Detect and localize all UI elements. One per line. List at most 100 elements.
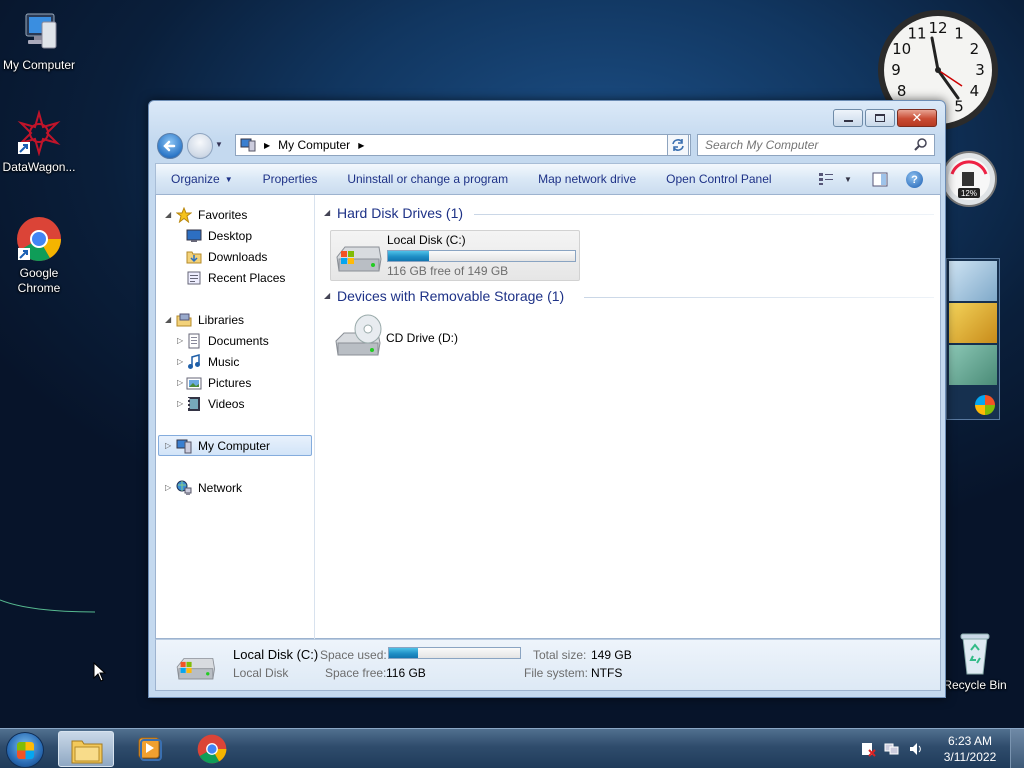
- drive-tile-local-disk-c[interactable]: Local Disk (C:) 116 GB free of 149 GB: [330, 230, 580, 281]
- back-button[interactable]: [157, 133, 183, 159]
- videos-icon: [186, 396, 202, 412]
- recent-pages-chevron-icon[interactable]: ▼: [215, 140, 223, 149]
- show-desktop-button[interactable]: [1010, 729, 1024, 768]
- network-icon[interactable]: [884, 741, 900, 757]
- desktop-icon-recycle-bin[interactable]: Recycle Bin: [936, 630, 1014, 693]
- explorer-icon: [71, 740, 103, 764]
- chevron-down-icon: ▼: [224, 174, 233, 184]
- nav-recent-places[interactable]: Recent Places: [186, 268, 285, 288]
- datawagon-icon: [16, 109, 62, 157]
- help-icon: ?: [911, 173, 918, 186]
- collapse-group-icon[interactable]: ◢: [324, 291, 330, 300]
- nav-favorites[interactable]: Favorites: [175, 205, 247, 225]
- nav-downloads[interactable]: Downloads: [186, 247, 267, 267]
- details-usage-bar: [388, 647, 521, 659]
- help-button[interactable]: ?: [906, 171, 923, 188]
- collapsed-arrow-icon[interactable]: ▷: [177, 336, 185, 345]
- desktop-icon: [186, 228, 202, 244]
- collapsed-arrow-icon[interactable]: ▷: [177, 378, 185, 387]
- details-space-free-value: 116 GB: [386, 666, 426, 680]
- nav-my-computer[interactable]: My Computer: [176, 436, 270, 456]
- clock-numeral: 9: [891, 61, 901, 79]
- drive-tile-cd-drive-d[interactable]: CD Drive (D:): [330, 313, 580, 365]
- chrome-icon: [16, 216, 62, 262]
- back-arrow-icon: [163, 140, 176, 152]
- maximize-button[interactable]: [865, 109, 895, 127]
- action-center-icon[interactable]: [860, 741, 876, 757]
- nav-network[interactable]: Network: [176, 478, 242, 498]
- expand-arrow-icon[interactable]: ◢: [165, 210, 173, 219]
- organize-menu[interactable]: Organize ▼: [156, 163, 248, 195]
- collapsed-arrow-icon[interactable]: ▷: [177, 399, 185, 408]
- slideshow-gadget[interactable]: [946, 258, 1000, 420]
- forward-button[interactable]: [187, 133, 213, 159]
- group-divider: [584, 297, 934, 298]
- taskbar-chrome-button[interactable]: [184, 731, 240, 767]
- minimize-icon: [843, 119, 853, 122]
- drive-free-space: 116 GB free of 149 GB: [387, 264, 509, 278]
- nav-libraries[interactable]: Libraries: [176, 310, 244, 330]
- recycle-bin-icon: [952, 630, 998, 675]
- cpu-meter-gadget[interactable]: 12%: [940, 150, 998, 208]
- content-area: ◢ Favorites Desktop Downloads Recent Pla…: [155, 195, 941, 639]
- navigation-pane: ◢ Favorites Desktop Downloads Recent Pla…: [156, 195, 315, 639]
- collapsed-arrow-icon[interactable]: ▷: [165, 441, 173, 450]
- desktop-icon-chrome[interactable]: Google Chrome: [0, 216, 78, 296]
- breadcrumb-separator-icon[interactable]: ▶: [358, 141, 364, 150]
- command-bar: Organize ▼ Properties Uninstall or change…: [155, 163, 941, 195]
- clock-numeral: 12: [928, 19, 947, 37]
- clock-numeral: 5: [954, 97, 964, 115]
- desktop-icon-my-computer[interactable]: My Computer: [0, 8, 78, 73]
- volume-icon[interactable]: [908, 741, 924, 757]
- clock-numeral: 8: [897, 82, 907, 100]
- nav-music[interactable]: Music: [186, 352, 239, 372]
- map-network-drive-button[interactable]: Map network drive: [523, 163, 651, 195]
- uninstall-program-button[interactable]: Uninstall or change a program: [332, 163, 523, 195]
- hard-drive-icon: [336, 246, 382, 272]
- drive-usage-fill: [388, 251, 430, 261]
- close-button[interactable]: ✕: [897, 109, 937, 127]
- taskbar-explorer-button[interactable]: [58, 731, 114, 767]
- details-total-size-value: 149 GB: [591, 648, 632, 662]
- group-header-hard-disks[interactable]: Hard Disk Drives (1): [337, 205, 463, 221]
- search-box[interactable]: [697, 134, 935, 156]
- collapsed-arrow-icon[interactable]: ▷: [177, 357, 185, 366]
- change-view-button[interactable]: ▼: [818, 172, 852, 186]
- computer-icon: [240, 138, 256, 152]
- collapsed-arrow-icon[interactable]: ▷: [165, 483, 173, 492]
- expand-arrow-icon[interactable]: ◢: [165, 315, 173, 324]
- details-file-system-label: File system:: [524, 666, 589, 680]
- taskbar-clock[interactable]: 6:23 AM 3/11/2022: [930, 733, 1010, 765]
- refresh-button[interactable]: [667, 134, 689, 156]
- minimize-button[interactable]: [833, 109, 863, 127]
- pictures-icon: [186, 375, 202, 391]
- chrome-icon: [197, 734, 227, 764]
- nav-desktop[interactable]: Desktop: [186, 226, 252, 246]
- windows-logo-icon: [17, 742, 34, 759]
- breadcrumb-separator-icon[interactable]: ▶: [264, 141, 270, 150]
- taskbar-date: 3/11/2022: [943, 750, 997, 764]
- properties-button[interactable]: Properties: [248, 163, 333, 195]
- cd-drive-icon: [335, 314, 382, 356]
- details-usage-fill: [389, 648, 418, 658]
- breadcrumb-my-computer[interactable]: My Computer: [278, 138, 350, 152]
- address-bar[interactable]: ▶ My Computer ▶ ▼: [235, 134, 691, 156]
- desktop-icon-datawagon[interactable]: DataWagon...: [0, 109, 78, 175]
- search-input[interactable]: [705, 138, 913, 152]
- nav-documents[interactable]: Documents: [186, 331, 269, 351]
- preview-pane-button[interactable]: [872, 172, 888, 190]
- close-icon: ✕: [911, 110, 923, 125]
- chevron-down-icon: ▼: [844, 174, 852, 184]
- nav-videos[interactable]: Videos: [186, 394, 244, 414]
- windows-logo-icon: [975, 395, 995, 415]
- search-icon[interactable]: [914, 138, 928, 152]
- group-header-removable-storage[interactable]: Devices with Removable Storage (1): [337, 288, 564, 304]
- hard-drive-icon: [176, 658, 215, 680]
- taskbar-media-player-button[interactable]: [122, 731, 178, 767]
- details-space-used-label: Space used:: [320, 648, 387, 662]
- open-control-panel-button[interactable]: Open Control Panel: [651, 163, 786, 195]
- start-button[interactable]: [6, 732, 44, 768]
- collapse-group-icon[interactable]: ◢: [324, 208, 330, 217]
- nav-pictures[interactable]: Pictures: [186, 373, 251, 393]
- explorer-window[interactable]: ✕ ▼ ▶ My Computer ▶ ▼ Organize▼ Properti…: [148, 100, 946, 698]
